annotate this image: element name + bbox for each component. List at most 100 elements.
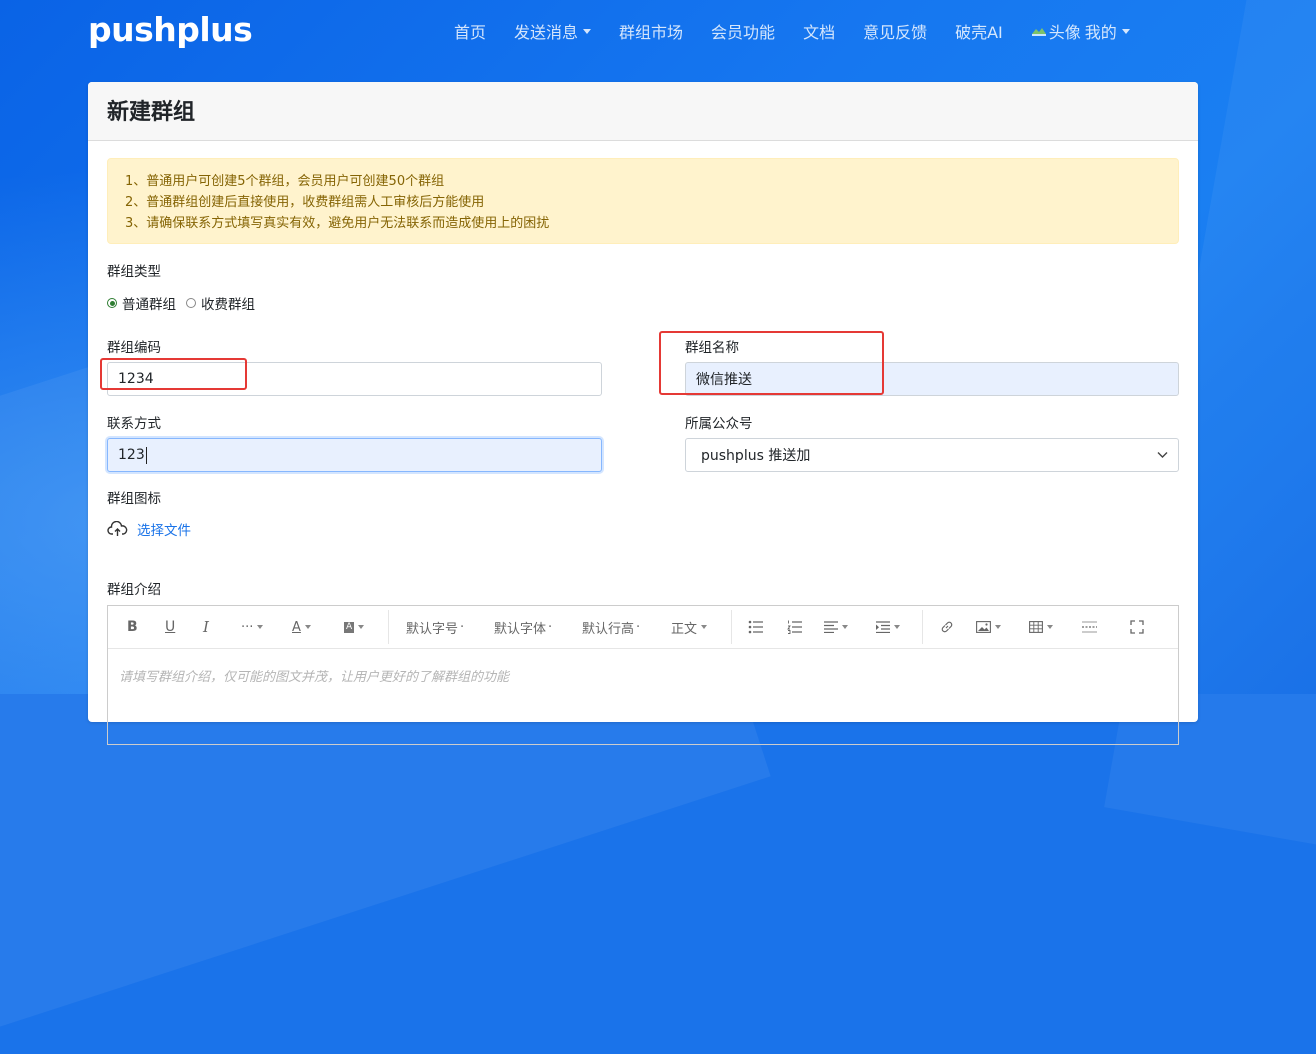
more-icon[interactable]: ··· [241, 606, 264, 648]
text-caret [145, 446, 147, 464]
account-select[interactable]: pushplus 推送加 [685, 438, 1179, 472]
line-height-select[interactable]: 默认行高 · [582, 606, 640, 648]
page-title: 新建群组 [107, 100, 196, 125]
radio-button[interactable] [186, 298, 196, 308]
nav-home[interactable]: 首页 [454, 19, 486, 43]
link-icon[interactable] [940, 606, 954, 648]
upload-file-button[interactable]: 选择文件 [107, 519, 191, 539]
group-type-radios: 普通群组 收费群组 [107, 293, 265, 313]
cloud-upload-icon [107, 521, 128, 536]
broken-image-icon [1031, 28, 1046, 36]
notice-line: 1、普通用户可创建5个群组，会员用户可创建50个群组 [125, 174, 445, 189]
font-family-label: 默认字体 [494, 621, 547, 637]
image-glyph [976, 621, 991, 633]
table-icon[interactable] [1029, 606, 1053, 648]
font-size-label: 默认字号 [406, 621, 459, 637]
numbered-list-glyph [787, 620, 802, 634]
line-height-label: 默认行高 [582, 621, 635, 637]
image-icon[interactable] [976, 606, 1001, 648]
nav-ai[interactable]: 破壳AI [955, 19, 1003, 43]
nav-send-label: 发送消息 [514, 23, 579, 42]
dot-marker: · [548, 619, 553, 635]
highlight-box [100, 358, 247, 390]
heading-label: 正文 [671, 621, 698, 637]
caret-down-icon [257, 625, 264, 629]
caret-down-icon [701, 625, 708, 629]
avatar: 头像 [1031, 19, 1081, 43]
contact-input[interactable]: 123 [107, 438, 602, 472]
brand-logo[interactable]: pushplus [88, 10, 253, 49]
bullet-list-icon[interactable] [748, 606, 764, 648]
radio-button-checked[interactable] [107, 298, 117, 308]
radio-paid-group[interactable]: 收费群组 [186, 293, 255, 313]
nav-docs[interactable]: 文档 [803, 19, 835, 43]
radio-normal-group[interactable]: 普通群组 [107, 293, 176, 313]
card-header: 新建群组 [88, 82, 1198, 141]
toolbar-divider [388, 610, 389, 644]
divider-glyph [1082, 621, 1097, 633]
notice-line: 2、普通群组创建后直接使用，收费群组需人工审核后方能使用 [125, 195, 485, 210]
font-size-select[interactable]: 默认字号 · [406, 606, 464, 648]
caret-down-icon [842, 625, 848, 629]
font-family-select[interactable]: 默认字体 · [494, 606, 552, 648]
nav-group-market[interactable]: 群组市场 [619, 19, 683, 43]
account-selected-value: pushplus 推送加 [701, 448, 811, 464]
font-color-glyph: A [292, 619, 301, 635]
bg-color-icon[interactable]: A [344, 606, 365, 648]
fullscreen-icon[interactable] [1130, 606, 1144, 648]
bullet-list-glyph [748, 620, 763, 634]
indent-icon[interactable] [876, 606, 900, 648]
underline-icon[interactable]: U [165, 606, 175, 648]
dot-marker: · [460, 619, 465, 635]
caret-down-icon [358, 625, 365, 629]
caret-down-icon [1047, 625, 1053, 629]
toolbar-divider [922, 610, 923, 644]
more-glyph: ··· [241, 619, 254, 635]
nav-user-menu[interactable]: 头像 我的 [1031, 19, 1130, 43]
caret-down-icon [304, 625, 311, 629]
indent-glyph [876, 621, 890, 633]
font-color-icon[interactable]: A [292, 606, 311, 648]
bg-color-glyph: A [344, 621, 355, 633]
radio-label: 普通群组 [122, 297, 176, 313]
align-icon[interactable] [824, 606, 848, 648]
fullscreen-glyph [1130, 620, 1144, 634]
nav-feedback[interactable]: 意见反馈 [863, 19, 927, 43]
table-glyph [1029, 621, 1043, 633]
caret-down-icon [995, 625, 1001, 629]
italic-icon[interactable]: I [203, 606, 209, 648]
bold-icon[interactable]: B [127, 606, 138, 648]
chevron-down-icon [1157, 452, 1168, 458]
radio-label: 收费群组 [201, 297, 255, 313]
account-label: 所属公众号 [685, 416, 753, 432]
contact-value: 123 [118, 447, 145, 463]
avatar-alt-text: 头像 [1048, 23, 1081, 42]
nav-member[interactable]: 会员功能 [711, 19, 775, 43]
upload-label: 选择文件 [137, 523, 191, 539]
editor-toolbar: B U I ··· A A 默认字号 · 默认字体 · 默认行高 · 正文 [108, 606, 1178, 649]
heading-select[interactable]: 正文 [671, 606, 708, 648]
divider-icon[interactable] [1082, 606, 1097, 648]
editor-placeholder[interactable]: 请填写群组介绍，仅可能的图文并茂，让用户更好的了解群组的功能 [119, 666, 509, 685]
caret-down-icon [1121, 28, 1130, 34]
group-intro-label: 群组介绍 [107, 582, 161, 598]
link-glyph [941, 621, 953, 633]
highlight-box [659, 331, 884, 395]
dot-marker: · [636, 619, 641, 635]
align-glyph [824, 621, 838, 633]
main-nav: 首页 发送消息 群组市场 会员功能 文档 意见反馈 破壳AI 头像 我的 [454, 19, 1130, 43]
notice-line: 3、请确保联系方式填写真实有效，避免用户无法联系而造成使用上的困扰 [125, 216, 550, 231]
numbered-list-icon[interactable] [787, 606, 803, 648]
nav-mine-label: 我的 [1084, 23, 1117, 42]
notice-alert: 1、普通用户可创建5个群组，会员用户可创建50个群组 2、普通群组创建后直接使用… [107, 158, 1179, 244]
caret-down-icon [583, 28, 592, 34]
rich-text-editor: B U I ··· A A 默认字号 · 默认字体 · 默认行高 · 正文 请填… [107, 605, 1179, 745]
group-type-label: 群组类型 [107, 264, 161, 280]
top-navbar: pushplus 首页 发送消息 群组市场 会员功能 文档 意见反馈 破壳AI … [0, 0, 1316, 62]
group-icon-label: 群组图标 [107, 491, 161, 507]
contact-label: 联系方式 [107, 416, 161, 432]
toolbar-divider [731, 610, 732, 644]
caret-down-icon [894, 625, 900, 629]
nav-send-message[interactable]: 发送消息 [514, 19, 592, 43]
create-group-card: 新建群组 1、普通用户可创建5个群组，会员用户可创建50个群组 2、普通群组创建… [88, 82, 1198, 745]
